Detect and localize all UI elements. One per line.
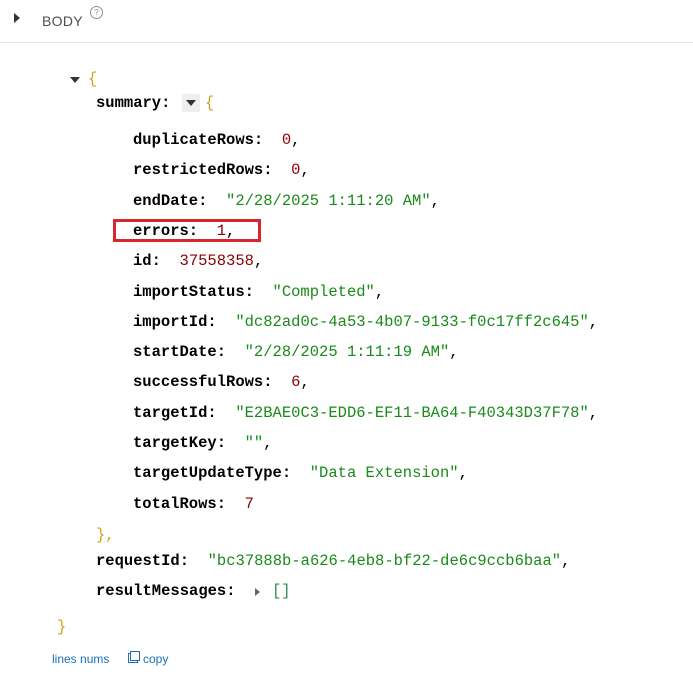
result-messages-key: resultMessages:: [96, 582, 236, 600]
field-key: totalRows:: [133, 495, 227, 513]
field-key: restrictedRows:: [133, 161, 273, 179]
field-comma: ,: [458, 464, 468, 482]
copy-icon-back: [130, 651, 140, 661]
field-comma: ,: [449, 343, 459, 361]
summary-field-row: endDate: "2/28/2025 1:11:20 AM",: [133, 192, 440, 210]
field-comma: ,: [588, 313, 599, 331]
field-key: endDate:: [133, 192, 208, 210]
errors-highlight-box: [113, 219, 261, 242]
summary-field-row: importId: "dc82ad0c-4a53-4b07-9133-f0c17…: [133, 313, 598, 331]
request-id-value: "bc37888b-a626-4eb8-bf22-de6c9ccb6baa": [207, 552, 562, 570]
request-id-row: requestId: "bc37888b-a626-4eb8-bf22-de6c…: [96, 552, 571, 570]
field-key: duplicateRows:: [133, 131, 264, 149]
summary-field-row: targetUpdateType: "Data Extension",: [133, 464, 468, 482]
summary-field-row: importStatus: "Completed",: [133, 283, 384, 301]
copy-link[interactable]: copy: [143, 652, 168, 666]
summary-toggle[interactable]: [182, 94, 200, 112]
field-comma: ,: [374, 283, 385, 301]
summary-field-row: startDate: "2/28/2025 1:11:19 AM",: [133, 343, 459, 361]
field-value: "dc82ad0c-4a53-4b07-9133-f0c17ff2c645": [235, 313, 589, 331]
field-value: 37558358: [179, 252, 254, 270]
field-key: startDate:: [133, 343, 227, 361]
summary-field-row: successfulRows: 6,: [133, 373, 310, 391]
collapse-root-icon[interactable]: [70, 77, 80, 83]
summary-field-row: targetKey: "",: [133, 434, 273, 452]
field-key: importStatus:: [133, 283, 254, 301]
field-key: successfulRows:: [133, 373, 273, 391]
collapse-summary-icon[interactable]: [186, 100, 196, 106]
expand-result-messages-icon[interactable]: [255, 588, 260, 596]
field-value: "": [244, 434, 264, 452]
summary-field-row: duplicateRows: 0,: [133, 131, 300, 149]
field-value: "2/28/2025 1:11:19 AM": [244, 343, 450, 361]
summary-field-row: restrictedRows: 0,: [133, 161, 310, 179]
summary-field-row: totalRows: 7: [133, 495, 254, 513]
field-comma: ,: [430, 192, 440, 210]
field-comma: ,: [300, 373, 310, 391]
field-comma: ,: [253, 252, 264, 270]
field-key: id:: [133, 252, 161, 270]
expand-section-icon[interactable]: [14, 13, 20, 23]
root-open-brace: {: [88, 70, 98, 88]
summary-key: summary:: [96, 94, 171, 112]
body-section-header: [0, 0, 693, 43]
field-comma: ,: [588, 404, 599, 422]
help-icon[interactable]: ?: [90, 6, 103, 19]
summary-close-brace: },: [96, 526, 115, 544]
field-value: "E2BAE0C3-EDD6-EF11-BA64-F40343D37F78": [235, 404, 589, 422]
field-key: targetId:: [133, 404, 217, 422]
section-label[interactable]: BODY: [42, 13, 83, 29]
root-close-brace: }: [57, 618, 67, 636]
field-value: 0: [281, 131, 292, 149]
summary-field-row: targetId: "E2BAE0C3-EDD6-EF11-BA64-F4034…: [133, 404, 598, 422]
request-id-key: requestId:: [96, 552, 190, 570]
lines-nums-link[interactable]: lines nums: [52, 652, 109, 666]
field-value: "2/28/2025 1:11:20 AM": [226, 192, 431, 210]
field-comma: ,: [300, 161, 310, 179]
field-key: targetKey:: [133, 434, 227, 452]
summary-open-brace: {: [205, 94, 215, 112]
summary-field-row: id: 37558358,: [133, 252, 263, 270]
field-comma: ,: [291, 131, 301, 149]
result-messages-value[interactable]: []: [272, 582, 291, 600]
field-comma: ,: [263, 434, 273, 452]
field-key: targetUpdateType:: [133, 464, 292, 482]
field-value: 7: [244, 495, 254, 513]
field-value: "Data Extension": [309, 464, 459, 482]
field-value: "Completed": [272, 283, 375, 301]
field-key: importId:: [133, 313, 217, 331]
